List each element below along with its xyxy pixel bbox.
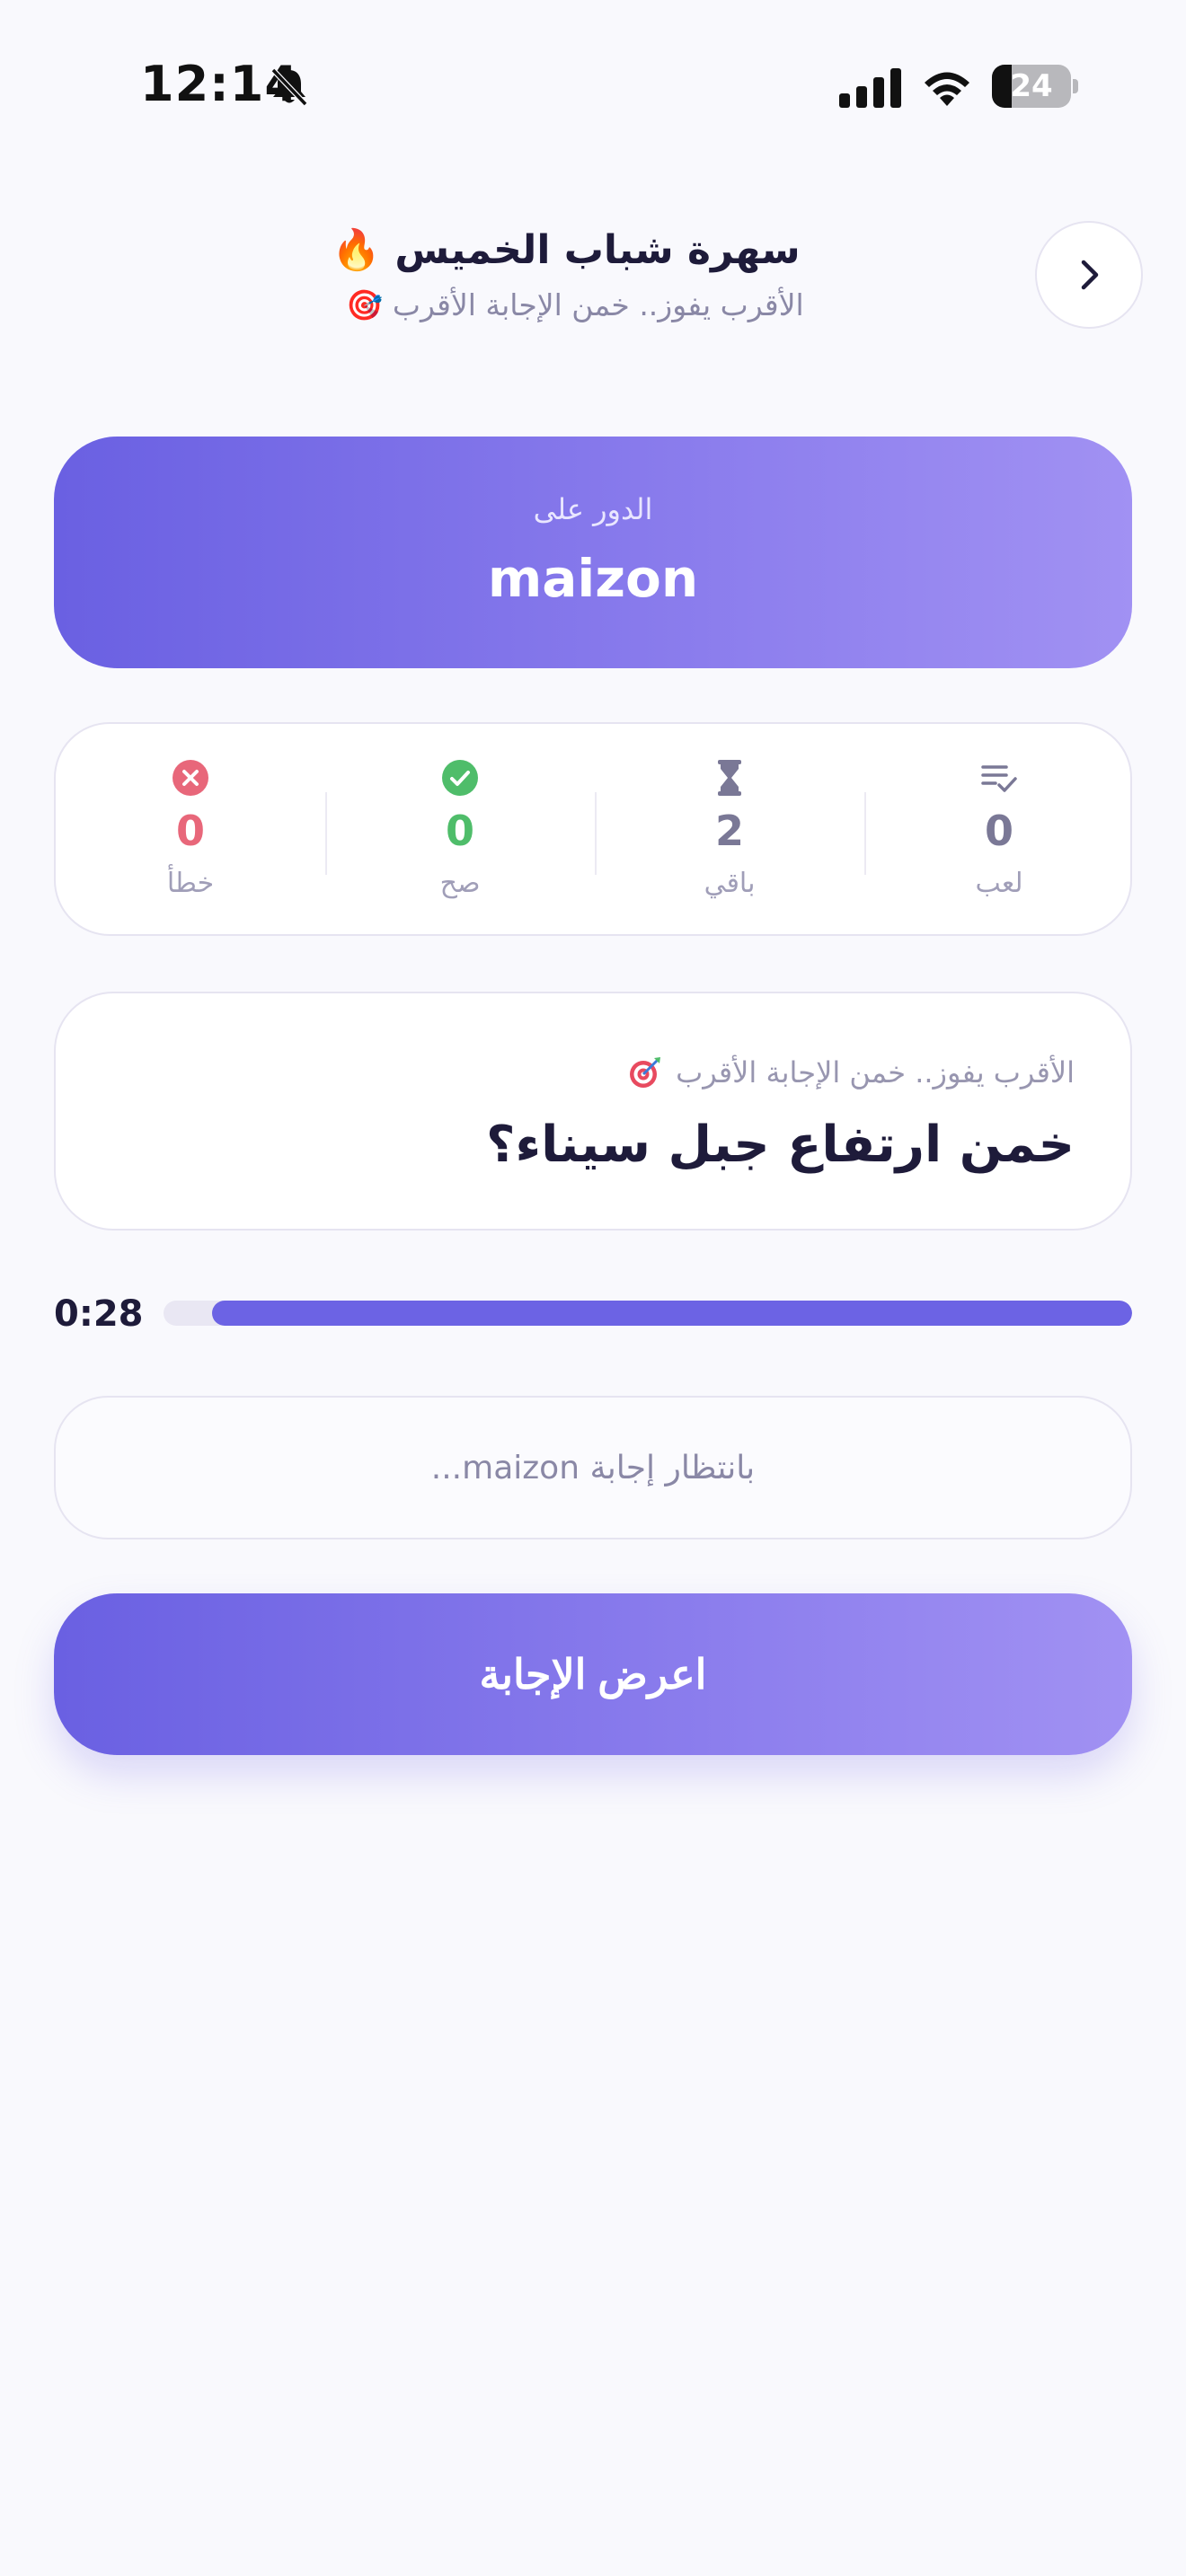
status-bar: 12:14 24 bbox=[0, 0, 1186, 171]
stat-remaining-value: 2 bbox=[714, 807, 744, 855]
question-hint-text: الأقرب يفوز.. خمن الإجابة الأقرب bbox=[676, 1055, 1075, 1090]
stat-remaining-label: باقي bbox=[704, 868, 756, 899]
page-subtitle: الأقرب يفوز.. خمن الإجابة الأقرب 🎯 bbox=[346, 287, 804, 322]
timer-progress-bar bbox=[164, 1301, 1132, 1326]
list-check-icon bbox=[981, 765, 1017, 792]
current-turn-card: الدور على maizon bbox=[54, 437, 1132, 668]
check-circle-icon bbox=[442, 760, 478, 796]
stat-wrong: 0 خطأ bbox=[56, 724, 325, 938]
page-title: سهرة شباب الخميس 🔥 bbox=[332, 227, 801, 273]
x-circle-icon bbox=[173, 760, 208, 796]
timer-text: 0:28 bbox=[54, 1293, 144, 1335]
turn-player-name: maizon bbox=[487, 548, 699, 609]
hourglass-icon bbox=[718, 760, 741, 796]
stat-correct-value: 0 bbox=[445, 807, 474, 855]
stats-card: 0 خطأ 0 صح 2 باقي 0 لعب bbox=[54, 722, 1132, 936]
question-hint: الأقرب يفوز.. خمن الإجابة الأقرب bbox=[627, 1054, 1075, 1090]
stat-correct: 0 صح bbox=[325, 724, 595, 938]
stat-correct-label: صح bbox=[439, 868, 481, 899]
stat-remaining: 2 باقي bbox=[595, 724, 864, 938]
game-screen: 12:14 24 سهرة شباب الخميس 🔥 الأقرب يفوز.… bbox=[0, 0, 1186, 2576]
stat-wrong-value: 0 bbox=[175, 807, 205, 855]
question-card: الأقرب يفوز.. خمن الإجابة الأقرب خمن ارت… bbox=[54, 992, 1132, 1231]
question-text: خمن ارتفاع جبل سيناء؟ bbox=[486, 1116, 1075, 1174]
chevron-right-icon bbox=[1081, 260, 1099, 290]
battery-icon: 24 bbox=[992, 65, 1078, 108]
back-button[interactable] bbox=[1035, 221, 1143, 329]
stat-played-value: 0 bbox=[984, 807, 1013, 855]
timer-progress-fill bbox=[211, 1301, 1132, 1326]
stat-played: 0 لعب bbox=[864, 724, 1134, 938]
waiting-message: بانتظار إجابة maizon... bbox=[54, 1396, 1132, 1539]
battery-level: 24 bbox=[1010, 68, 1053, 104]
turn-label: الدور على bbox=[533, 492, 653, 526]
target-icon bbox=[630, 1057, 661, 1088]
wifi-icon bbox=[925, 72, 969, 106]
reveal-answer-button[interactable]: اعرض الإجابة bbox=[54, 1593, 1132, 1755]
bell-slash-icon bbox=[270, 67, 308, 107]
cellular-signal-icon bbox=[839, 68, 901, 108]
stat-wrong-label: خطأ bbox=[166, 868, 215, 899]
stat-played-label: لعب bbox=[975, 868, 1023, 899]
